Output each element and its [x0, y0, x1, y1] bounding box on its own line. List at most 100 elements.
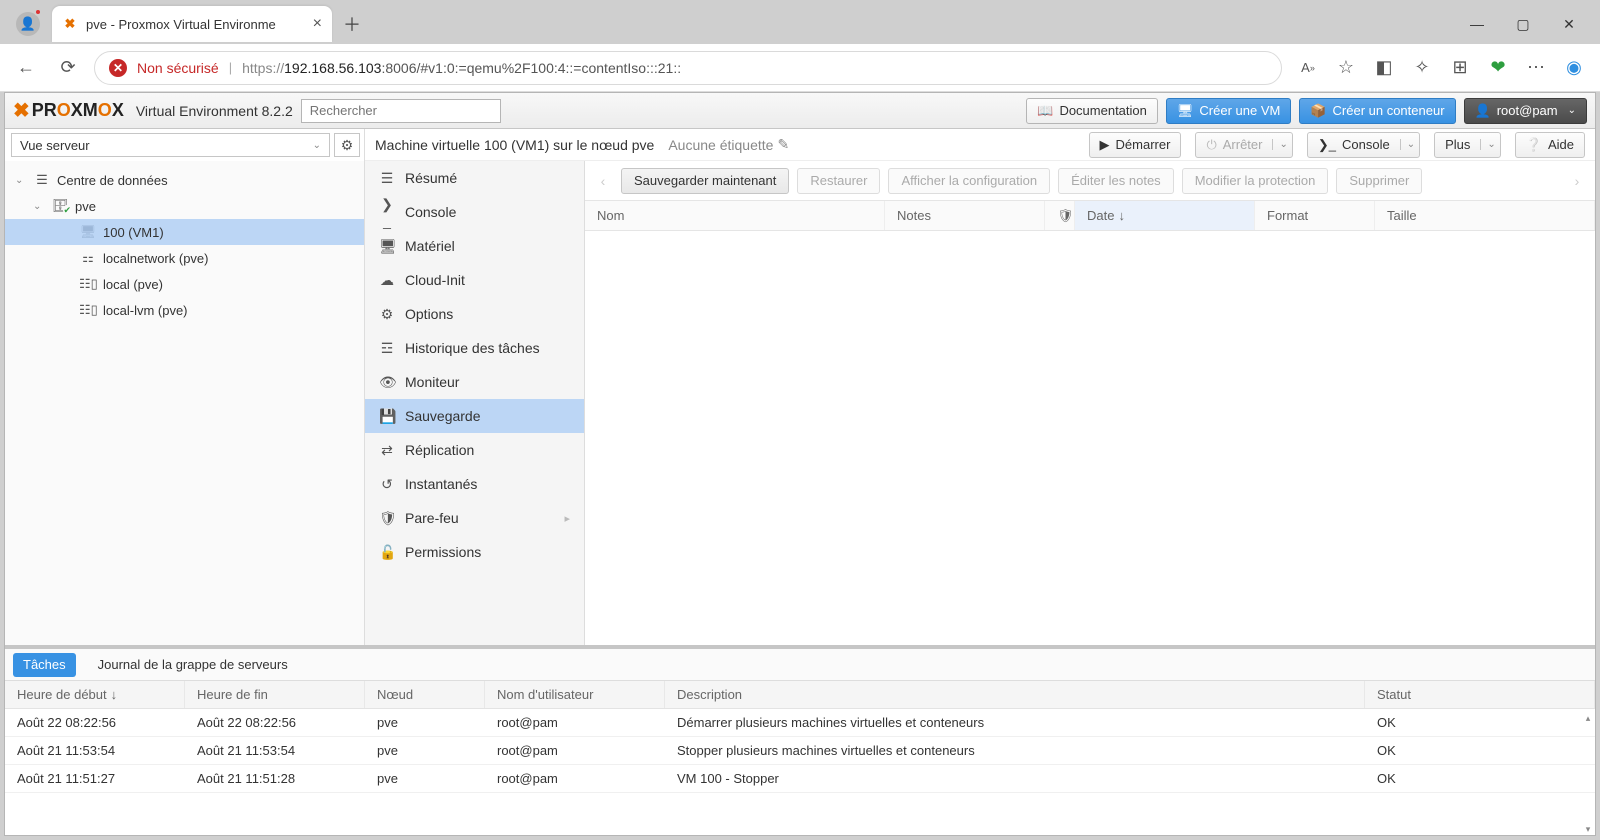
address-bar[interactable]: ✕ Non sécurisé | https://192.168.56.103:… — [94, 51, 1282, 85]
read-aloud-icon[interactable]: A» — [1292, 52, 1324, 84]
tab-cluster-log[interactable]: Journal de la grappe de serveurs — [88, 653, 298, 677]
edit-notes-button[interactable]: Éditer les notes — [1058, 168, 1174, 194]
task-row[interactable]: Août 21 11:51:27Août 21 11:51:28pveroot@… — [5, 765, 1595, 793]
refresh-button[interactable]: ⟳ — [52, 52, 84, 84]
create-vm-button[interactable]: 🖥Créer une VM — [1166, 98, 1291, 124]
documentation-button[interactable]: 📖Documentation — [1026, 98, 1158, 124]
col-date[interactable]: Date ↓ — [1075, 201, 1255, 230]
tree-local-lvm-storage[interactable]: ☷▯local-lvm (pve) — [5, 297, 364, 323]
col-node[interactable]: Nœud — [365, 681, 485, 708]
env-version: Virtual Environment 8.2.2 — [136, 103, 293, 119]
menu-options[interactable]: ⚙Options — [365, 297, 584, 331]
col-format[interactable]: Format — [1255, 201, 1375, 230]
pencil-icon: ✎ — [777, 136, 789, 153]
chevron-down-icon[interactable]: ⌄ — [33, 201, 45, 212]
chevron-down-icon[interactable]: ⌄ — [15, 175, 27, 186]
favorite-icon[interactable]: ☆ — [1330, 52, 1362, 84]
col-size[interactable]: Taille — [1375, 201, 1595, 230]
menu-backup[interactable]: 💾Sauvegarde — [365, 399, 584, 433]
tree-vm-100[interactable]: 🖥100 (VM1) — [5, 219, 364, 245]
user-menu-button[interactable]: 👤root@pam⌄ — [1464, 98, 1587, 124]
new-tab-button[interactable]: ＋ — [336, 8, 368, 40]
book-icon: 📖 — [1037, 103, 1053, 119]
col-start-time[interactable]: Heure de début ↓ — [5, 681, 185, 708]
settings-gear-button[interactable]: ⚙ — [334, 133, 360, 157]
change-protection-button[interactable]: Modifier la protection — [1182, 168, 1329, 194]
create-container-button[interactable]: 📦Créer un conteneur — [1299, 98, 1455, 124]
menu-firewall[interactable]: 🛡Pare-feu▸ — [365, 501, 584, 535]
menu-cloud-init[interactable]: ☁Cloud-Init — [365, 263, 584, 297]
console-button[interactable]: ❯_Console⌄ — [1307, 132, 1420, 158]
chevron-down-icon[interactable]: ⌄ — [1400, 139, 1415, 150]
row-secondary: Vue serveur⌄ ⚙ Machine virtuelle 100 (VM… — [5, 129, 1595, 161]
menu-permissions[interactable]: 🔓Permissions — [365, 535, 584, 569]
browser-nav-bar: ← ⟳ ✕ Non sécurisé | https://192.168.56.… — [0, 44, 1600, 92]
insecure-icon: ✕ — [109, 59, 127, 77]
col-end-time[interactable]: Heure de fin — [185, 681, 365, 708]
chevron-down-icon[interactable]: ⌄ — [1272, 139, 1287, 150]
start-button[interactable]: ▶Démarrer — [1089, 132, 1182, 158]
menu-replication[interactable]: ⇄Réplication — [365, 433, 584, 467]
back-button[interactable]: ← — [10, 52, 42, 84]
window-close-button[interactable]: ✕ — [1546, 8, 1592, 40]
scrollbar[interactable]: ▴▾ — [1583, 713, 1593, 835]
menu-monitor[interactable]: 👁Moniteur — [365, 365, 584, 399]
performance-icon[interactable]: ❤ — [1482, 52, 1514, 84]
collections-icon[interactable]: ✧ — [1406, 52, 1438, 84]
split-screen-icon[interactable]: ◧ — [1368, 52, 1400, 84]
task-row[interactable]: Août 22 08:22:56Août 22 08:22:56pveroot@… — [5, 709, 1595, 737]
profile-button[interactable]: 👤 — [8, 6, 48, 42]
backup-toolbar: ‹ Sauvegarder maintenant Restaurer Affic… — [585, 161, 1595, 201]
gear-icon: ⚙ — [341, 137, 354, 154]
scroll-right-icon[interactable]: › — [1567, 173, 1587, 189]
more-button[interactable]: Plus⌄ — [1434, 132, 1501, 158]
search-input[interactable] — [301, 99, 501, 123]
delete-button[interactable]: Supprimer — [1336, 168, 1422, 194]
scroll-left-icon[interactable]: ‹ — [593, 173, 613, 189]
power-icon: ⏻ — [1206, 137, 1216, 153]
tab-tasks[interactable]: Tâches — [13, 653, 76, 677]
tree-datacenter[interactable]: ⌄☰Centre de données — [5, 167, 364, 193]
col-description[interactable]: Description — [665, 681, 1365, 708]
col-status[interactable]: Statut — [1365, 681, 1595, 708]
menu-task-history[interactable]: ☲Historique des tâches — [365, 331, 584, 365]
show-config-button[interactable]: Afficher la configuration — [888, 168, 1050, 194]
task-row[interactable]: Août 21 11:53:54Août 21 11:53:54pveroot@… — [5, 737, 1595, 765]
menu-snapshots[interactable]: ↺Instantanés — [365, 467, 584, 501]
chevron-down-icon[interactable]: ⌄ — [1480, 139, 1495, 150]
vm-sidemenu: ☰Résumé ❯_Console 🖥Matériel ☁Cloud-Init … — [365, 161, 585, 645]
shield-icon: 🛡 — [1057, 208, 1074, 224]
tasks-header: Heure de début ↓ Heure de fin Nœud Nom d… — [5, 681, 1595, 709]
sort-desc-icon: ↓ — [1118, 208, 1125, 223]
sort-desc-icon: ↓ — [111, 687, 118, 702]
window-maximize-button[interactable]: ▢ — [1500, 8, 1546, 40]
col-name[interactable]: Nom — [585, 201, 885, 230]
tree-local-storage[interactable]: ☷▯local (pve) — [5, 271, 364, 297]
tree-node-pve[interactable]: ⌄🗄pve — [5, 193, 364, 219]
col-user[interactable]: Nom d'utilisateur — [485, 681, 665, 708]
col-notes[interactable]: Notes — [885, 201, 1045, 230]
shutdown-button[interactable]: ⏻Arrêter⌄ — [1195, 132, 1292, 158]
tree-localnetwork[interactable]: ⚏localnetwork (pve) — [5, 245, 364, 271]
window-minimize-button[interactable]: — — [1454, 8, 1500, 40]
sync-icon: ⇄ — [379, 442, 395, 459]
tags-area[interactable]: Aucune étiquette✎ — [668, 136, 789, 153]
restore-button[interactable]: Restaurer — [797, 168, 880, 194]
play-icon: ▶ — [1100, 137, 1110, 153]
extensions-icon[interactable]: ⊞ — [1444, 52, 1476, 84]
monitor-icon: 🖥 — [79, 224, 97, 240]
menu-console[interactable]: ❯_Console — [365, 195, 584, 229]
proxmox-app: ✖ PROXMOX Virtual Environment 8.2.2 📖Doc… — [4, 92, 1596, 836]
col-protected[interactable]: 🛡 — [1045, 201, 1075, 230]
menu-hardware[interactable]: 🖥Matériel — [365, 229, 584, 263]
list-icon: ☲ — [379, 340, 395, 357]
menu-summary[interactable]: ☰Résumé — [365, 161, 584, 195]
save-icon: 💾 — [379, 408, 395, 425]
copilot-icon[interactable]: ◉ — [1558, 52, 1590, 84]
more-icon[interactable]: ⋯ — [1520, 52, 1552, 84]
backup-now-button[interactable]: Sauvegarder maintenant — [621, 168, 789, 194]
tab-close-icon[interactable]: × — [313, 15, 322, 33]
help-button[interactable]: ❔Aide — [1515, 132, 1585, 158]
view-select[interactable]: Vue serveur⌄ — [11, 133, 330, 157]
browser-tab[interactable]: ✖ pve - Proxmox Virtual Environme × — [52, 6, 332, 42]
